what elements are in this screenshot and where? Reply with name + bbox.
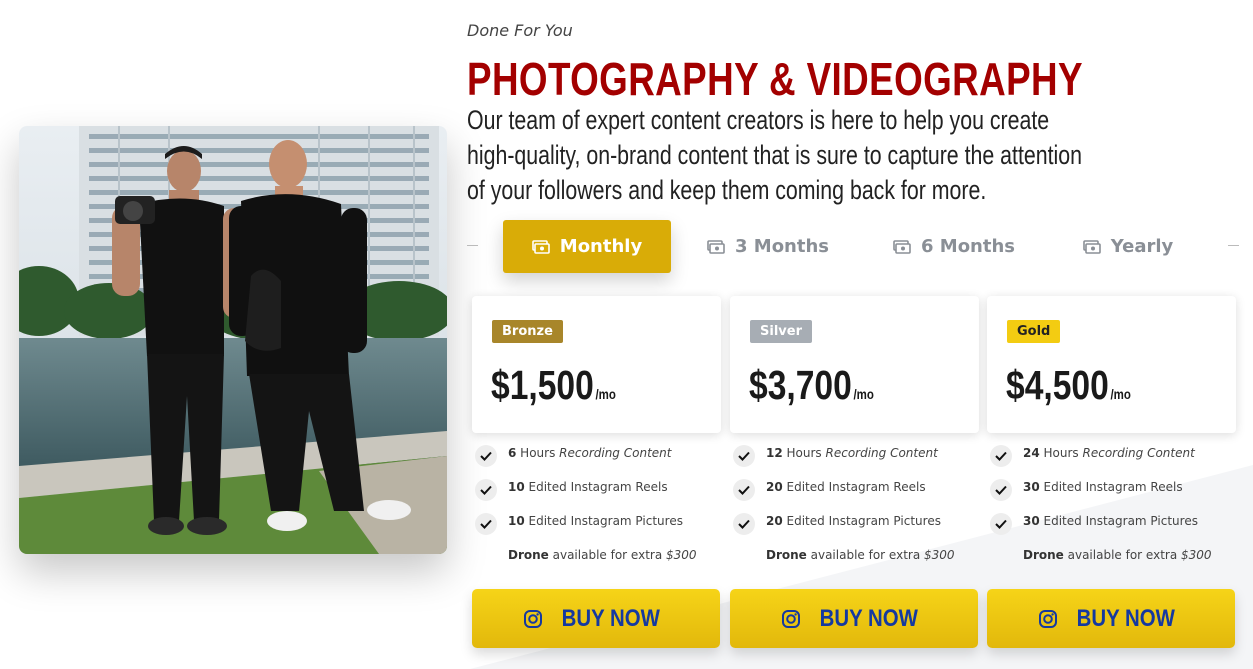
intro-paragraph: Our team of expert content creators is h… [467,105,1083,205]
plan-card-gold: Gold $4,500/mo [987,296,1236,433]
eyebrow-text: Done For You [467,21,573,40]
feature-item: 10 Edited Instagram Pictures [472,509,722,543]
price-period: /mo [1110,386,1131,402]
check-icon [990,479,1012,501]
buy-now-label: BUY NOW [561,604,661,632]
tab-6-months[interactable]: 6 Months [892,220,1016,273]
check-icon [475,513,497,535]
page-title: PHOTOGRAPHY & VIDEOGRAPHY [467,53,1083,105]
price-amount: $3,700 [749,362,852,408]
tab-3-months[interactable]: 3 Months [706,220,830,273]
tier-badge: Silver [750,320,812,343]
feature-item: 30 Edited Instagram Reels [987,475,1237,509]
feature-item: 24 Hours Recording Content [987,441,1237,475]
money-icon [707,239,725,254]
check-icon [733,513,755,535]
buy-now-label: BUY NOW [819,604,919,632]
drone-addon-note: Drone available for extra $300 [508,548,697,562]
plan-price: $1,500/mo [491,362,616,409]
drone-addon-note: Drone available for extra $300 [766,548,955,562]
tab-label: 3 Months [734,236,830,257]
tab-label: Monthly [559,236,643,257]
plan-price: $3,700/mo [749,362,874,409]
buy-now-label: BUY NOW [1076,604,1176,632]
check-icon [475,445,497,467]
feature-item: 10 Edited Instagram Reels [472,475,722,509]
plan-price: $4,500/mo [1006,362,1131,409]
feature-list-bronze: 6 Hours Recording Content 10 Edited Inst… [472,441,722,577]
instagram-icon [524,609,543,628]
price-period: /mo [595,386,616,402]
buy-now-button-gold[interactable]: BUY NOW [987,589,1235,648]
buy-now-button-silver[interactable]: BUY NOW [730,589,978,648]
drone-addon-note: Drone available for extra $300 [1023,548,1212,562]
money-icon [893,239,911,254]
instagram-icon [782,609,801,628]
check-icon [733,445,755,467]
plan-card-bronze: Bronze $1,500/mo [472,296,721,433]
check-icon [475,479,497,501]
money-icon [531,239,550,254]
feature-item: 20 Edited Instagram Pictures [730,509,980,543]
plan-card-silver: Silver $3,700/mo [730,296,979,433]
tab-label: Yearly [1110,236,1174,257]
money-icon [1082,239,1101,254]
tab-monthly[interactable]: Monthly [503,220,671,273]
price-amount: $4,500 [1006,362,1109,408]
feature-item: 12 Hours Recording Content [730,441,980,475]
tabs-divider-left [467,245,478,246]
tab-yearly[interactable]: Yearly [1078,220,1178,273]
check-icon [733,479,755,501]
price-amount: $1,500 [491,362,594,408]
check-icon [990,445,1012,467]
tier-badge: Gold [1007,320,1061,343]
feature-list-silver: 12 Hours Recording Content 20 Edited Ins… [730,441,980,577]
feature-item: 30 Edited Instagram Pictures [987,509,1237,543]
feature-list-gold: 24 Hours Recording Content 30 Edited Ins… [987,441,1237,577]
check-icon [990,513,1012,535]
tabs-divider-right [1228,245,1239,246]
tab-label: 6 Months [920,236,1016,257]
tier-badge: Bronze [492,320,563,343]
instagram-icon [1039,609,1058,628]
buy-now-button-bronze[interactable]: BUY NOW [472,589,720,648]
feature-item: 20 Edited Instagram Reels [730,475,980,509]
price-period: /mo [853,386,874,402]
team-photo [19,126,447,554]
feature-item: 6 Hours Recording Content [472,441,722,475]
